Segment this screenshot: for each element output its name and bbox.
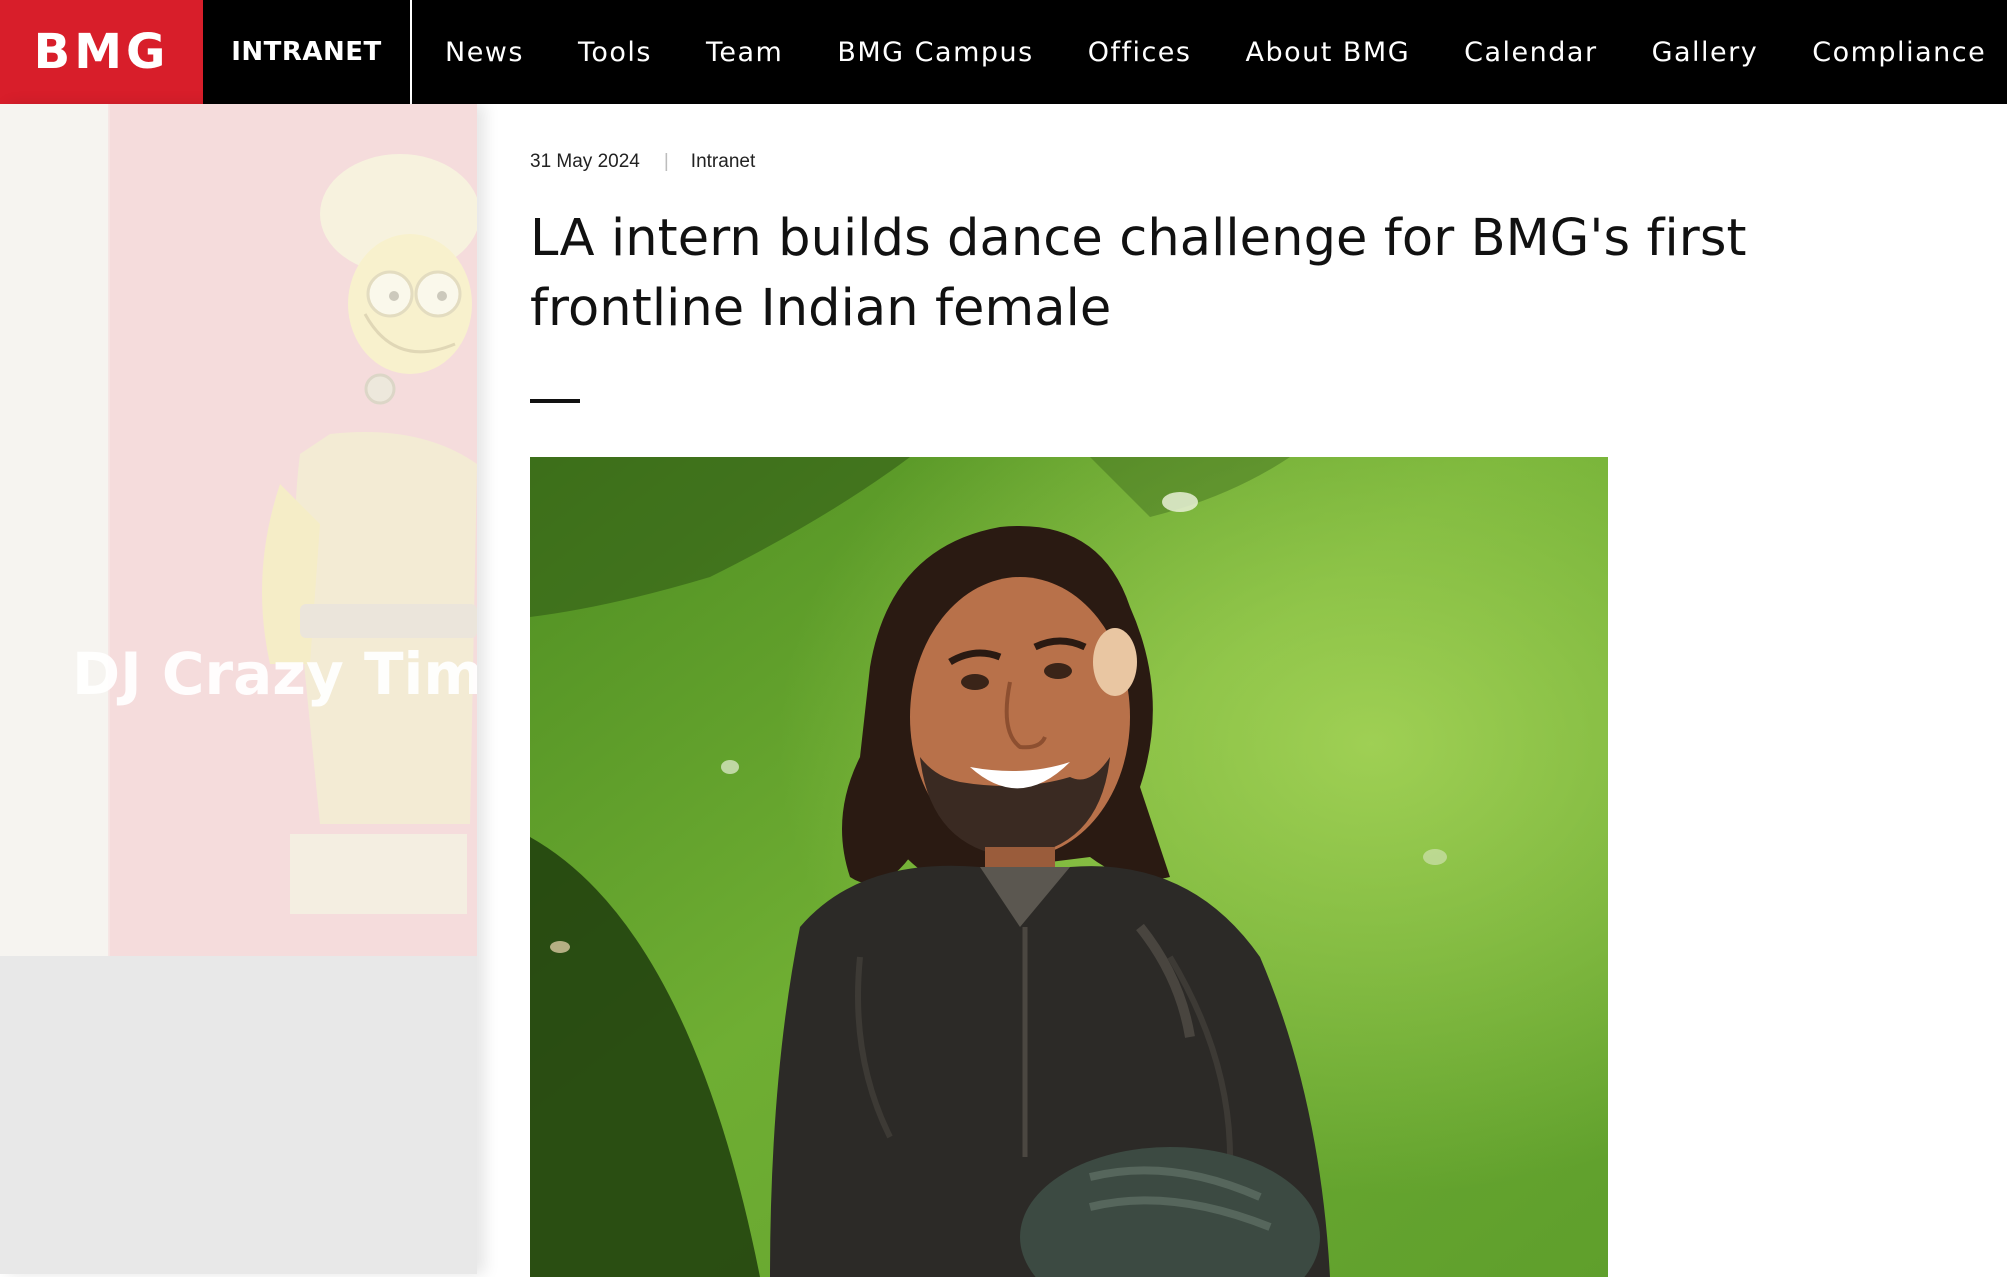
nav-item-gallery[interactable]: Gallery bbox=[1652, 37, 1759, 68]
nav-item-about-bmg[interactable]: About BMG bbox=[1246, 37, 1411, 68]
cartoon-character-image bbox=[0, 104, 477, 956]
nav-item-news[interactable]: News bbox=[445, 37, 524, 68]
main-nav: News Tools Team BMG Campus Offices About… bbox=[412, 0, 1986, 104]
nav-item-bmg-campus[interactable]: BMG Campus bbox=[837, 37, 1033, 68]
nav-item-team[interactable]: Team bbox=[706, 37, 783, 68]
intranet-home-link[interactable]: INTRANET bbox=[203, 0, 412, 104]
side-promo-panel: DJ Crazy Time bbox=[0, 104, 477, 1274]
article-hero-image bbox=[530, 457, 1608, 1277]
side-panel-background bbox=[0, 956, 477, 1274]
nav-item-compliance[interactable]: Compliance bbox=[1812, 37, 1986, 68]
article-meta: 31 May 2024 | Intranet bbox=[530, 151, 755, 173]
nav-item-tools[interactable]: Tools bbox=[578, 37, 652, 68]
side-promo-card[interactable]: DJ Crazy Time bbox=[0, 104, 477, 956]
article-date: 31 May 2024 bbox=[530, 151, 640, 172]
nav-item-offices[interactable]: Offices bbox=[1088, 37, 1192, 68]
nav-item-calendar[interactable]: Calendar bbox=[1464, 37, 1597, 68]
meta-separator: | bbox=[663, 151, 669, 172]
article-headline: LA intern builds dance challenge for BMG… bbox=[530, 209, 1747, 338]
side-promo-title[interactable]: DJ Crazy Time bbox=[72, 640, 477, 708]
article-category[interactable]: Intranet bbox=[691, 151, 755, 173]
bmg-logo[interactable]: BMG bbox=[0, 0, 203, 104]
top-navigation-bar: BMG INTRANET News Tools Team BMG Campus … bbox=[0, 0, 2007, 104]
smiling-man-on-grass-photo bbox=[530, 457, 1608, 1277]
headline-divider bbox=[530, 399, 580, 403]
